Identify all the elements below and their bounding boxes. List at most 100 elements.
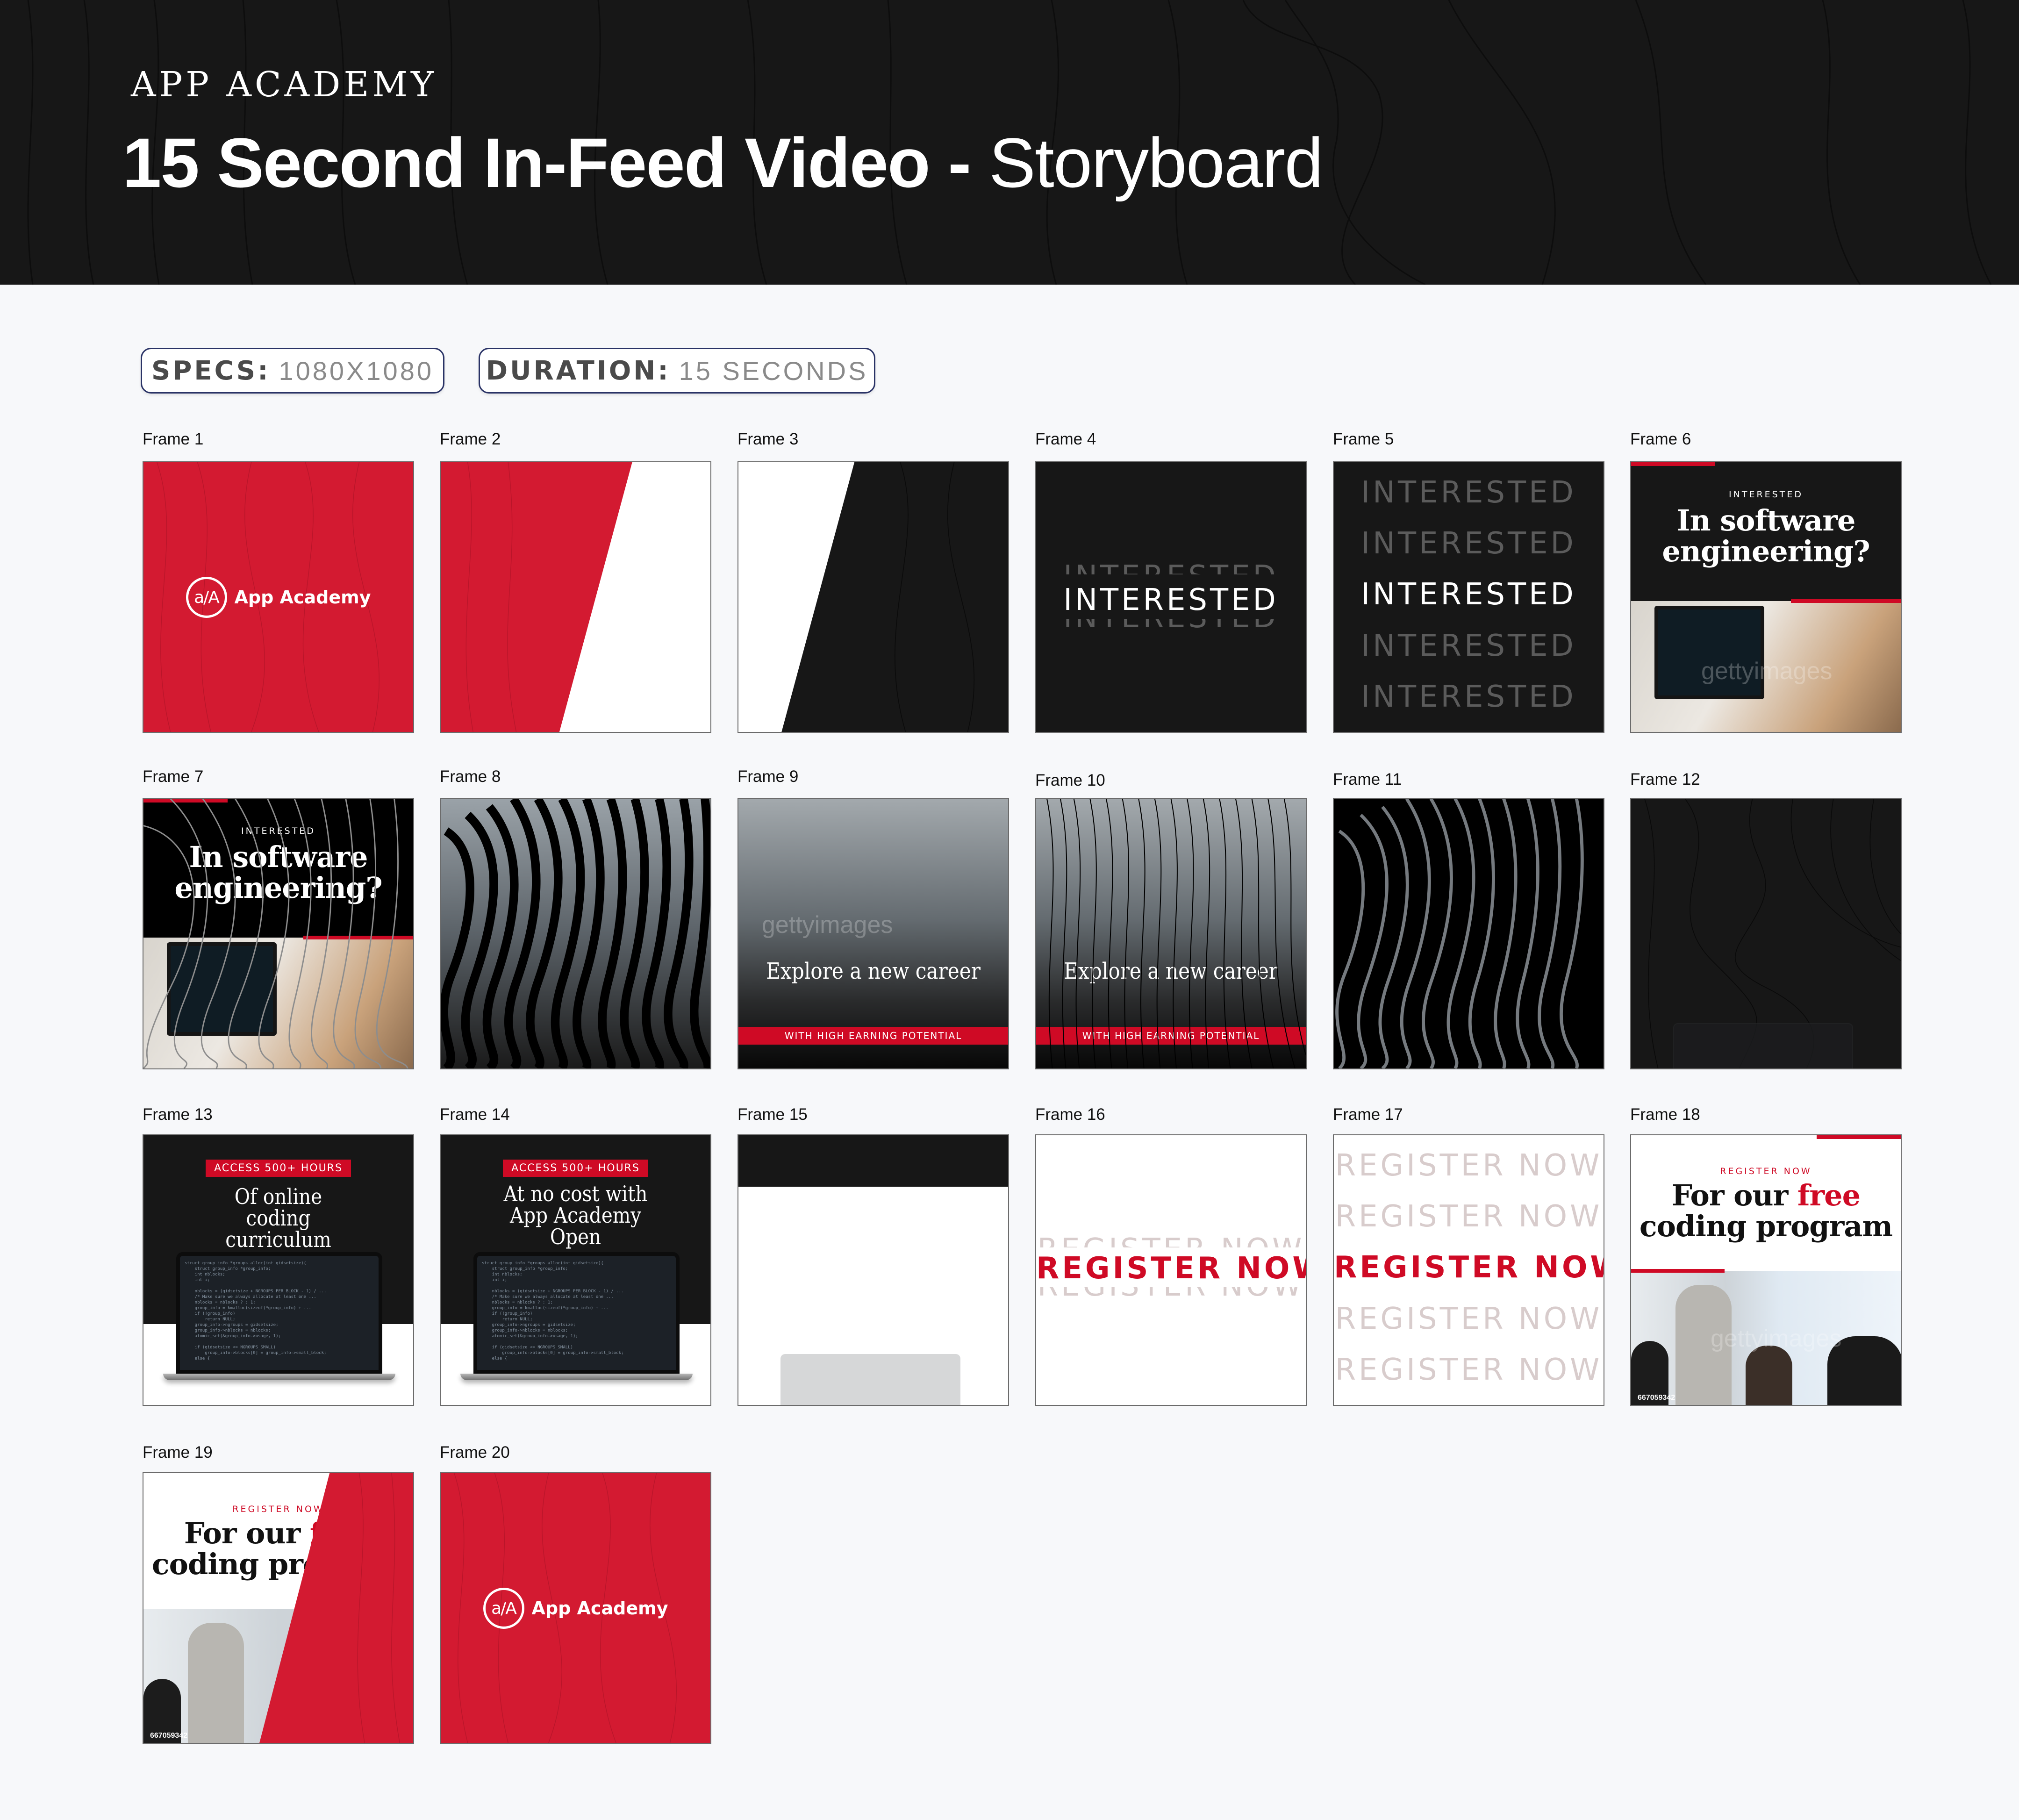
storyboard-frame-12[interactable] [1630,798,1902,1069]
storyboard-frame-11[interactable] [1333,798,1604,1069]
word-rolling-top: REGISTER NOW [1036,1229,1306,1247]
headline: Of online coding curriculum [225,1184,331,1252]
storyboard-frame-14[interactable]: ACCESS 500+ HOURS At no cost with App Ac… [440,1134,711,1406]
frame-label: Frame 16 [1035,1105,1105,1124]
frame-label: Frame 13 [143,1105,213,1124]
logo-mark-icon: a/A [186,577,227,618]
storyboard-frame-17[interactable]: REGISTER NOW REGISTER NOW REGISTER NOW R… [1333,1134,1604,1406]
headline-highlight: free [1797,1178,1861,1212]
code-snippet: struct group_info *groups_alloc(int gids… [185,1261,327,1361]
word-register-now: REGISTER NOW [1036,1251,1307,1286]
frame-label: Frame 18 [1630,1105,1700,1124]
logo-text: App Academy [531,1598,668,1619]
getty-watermark: gettyimages [1701,658,1833,685]
page-title-main: 15 Second In-Feed Video - [122,123,971,202]
duration-key: DURATION: [486,355,671,386]
storyboard-frame-18[interactable]: REGISTER NOW For our free coding program… [1630,1134,1902,1406]
getty-watermark: gettyimages [762,911,893,939]
logo-mark-icon: a/A [483,1588,524,1629]
photo-instructor-teaching: gettyimages 667059342 [1631,1271,1901,1405]
headline: Explore a new career [766,958,981,984]
logo-text: App Academy [234,587,371,608]
storyboard-frame-20[interactable]: a/A App Academy [440,1472,711,1744]
access-tag: ACCESS 500+ HOURS [206,1160,351,1177]
specs-key: SPECS: [151,355,271,386]
storyboard-frame-9[interactable]: gettyimages Explore a new career WITH HI… [737,798,1009,1069]
accent-bar [1631,1269,1725,1273]
frame-label: Frame 15 [737,1105,808,1124]
storyboard-frame-6[interactable]: INTERESTED In software engineering? gett… [1630,461,1902,733]
black-strip [738,1135,1008,1187]
storyboard-frame-8[interactable] [440,798,711,1069]
storyboard-frame-10[interactable]: Explore a new career WITH HIGH EARNING P… [1035,798,1307,1069]
word-interested-highlight: INTERESTED [1361,577,1576,612]
storyboard-frame-3[interactable] [737,461,1009,733]
storyboard-frame-7[interactable]: INTERESTED In software engineering? [143,798,414,1069]
word-interested: INTERESTED [1361,475,1576,510]
monitor-image [1654,606,1764,699]
photo-developer-at-desk: gettyimages [1631,601,1901,732]
frame-label: Frame 4 [1035,430,1096,448]
black-diagonal-wipe [781,462,1008,732]
storyboard-frame-19[interactable]: REGISTER NOW For our free coding program… [143,1472,414,1744]
storyboard-frame-2[interactable] [440,461,711,733]
wave-stripes-overlay [441,799,710,1068]
storyboard-frame-16[interactable]: REGISTER NOW REGISTER NOW REGISTER NOW [1035,1134,1307,1406]
storyboard-frame-13[interactable]: ACCESS 500+ HOURS Of online coding curri… [143,1134,414,1406]
duration-value: 15 SECONDS [679,356,868,386]
word-interested: INTERESTED [1361,629,1576,663]
word-interested: INTERESTED [1063,583,1279,617]
frame-label: Frame 7 [143,767,204,786]
tagline-bar: WITH HIGH EARNING POTENTIAL [738,1027,1008,1045]
red-diagonal-wipe [259,1473,413,1743]
frame-label: Frame 5 [1333,430,1394,448]
duration-badge: DURATION: 15 SECONDS [479,348,875,394]
storyboard-frame-5[interactable]: INTERESTED INTERESTED INTERESTED INTERES… [1333,461,1604,733]
specs-value: 1080X1080 [279,356,434,386]
accent-bar [1817,1135,1901,1139]
faded-laptop-image [780,1354,960,1405]
code-snippet: struct group_info *groups_alloc(int gids… [482,1261,624,1361]
faded-laptop-image [1673,1023,1853,1068]
headline: At no cost with App Academy Open [503,1181,648,1249]
storyboard-frame-15[interactable] [737,1134,1009,1406]
word-rolling-top: INTERESTED [1036,556,1306,574]
word-register-now: REGISTER NOW [1335,1353,1603,1387]
kicker: INTERESTED [1729,489,1803,500]
word-rolling-bottom: REGISTER NOW [1036,1287,1306,1301]
word-rolling-bottom: INTERESTED [1036,619,1306,633]
page-title-sub: Storyboard [989,123,1324,202]
specs-badge: SPECS: 1080X1080 [141,348,444,394]
storyboard-frame-1[interactable]: a/A App Academy [143,461,414,733]
headline-part: For our [1671,1178,1788,1212]
frame-label: Frame 9 [737,767,799,786]
frame-label: Frame 3 [737,430,799,448]
page-title: 15 Second In-Feed Video - Storyboard [122,122,1324,203]
red-diagonal-wipe [441,462,632,732]
wave-lines-overlay [143,799,408,1068]
accent-bar [1631,462,1715,466]
accent-bar [1791,599,1901,603]
wave-lines-overlay [1046,799,1306,1068]
frame-label: Frame 2 [440,430,501,448]
brand-name: APP ACADEMY [131,64,437,105]
word-register-now-highlight: REGISTER NOW [1334,1250,1604,1285]
app-academy-logo: a/A App Academy [143,577,413,618]
storyboard-frame-4[interactable]: INTERESTED INTERESTED INTERESTED [1035,461,1307,733]
frame-label: Frame 14 [440,1105,510,1124]
word-register-now: REGISTER NOW [1335,1302,1603,1336]
word-interested: INTERESTED [1361,680,1576,714]
getty-watermark: gettyimages [1711,1325,1842,1352]
word-register-now: REGISTER NOW [1335,1199,1603,1234]
photo-id: 667059342 [1638,1394,1675,1402]
frame-label: Frame 17 [1333,1105,1403,1124]
app-academy-logo: a/A App Academy [441,1588,710,1629]
word-register-now: REGISTER NOW [1335,1148,1603,1183]
frame-label: Frame 10 [1035,771,1105,789]
frame-label: Frame 12 [1630,770,1700,788]
kicker: REGISTER NOW [1720,1166,1812,1176]
headline-part: coding program [1639,1209,1893,1243]
frame-label: Frame 20 [440,1443,510,1462]
headline: In software engineering? [1662,503,1870,568]
headline: For our free coding program [1631,1180,1901,1242]
